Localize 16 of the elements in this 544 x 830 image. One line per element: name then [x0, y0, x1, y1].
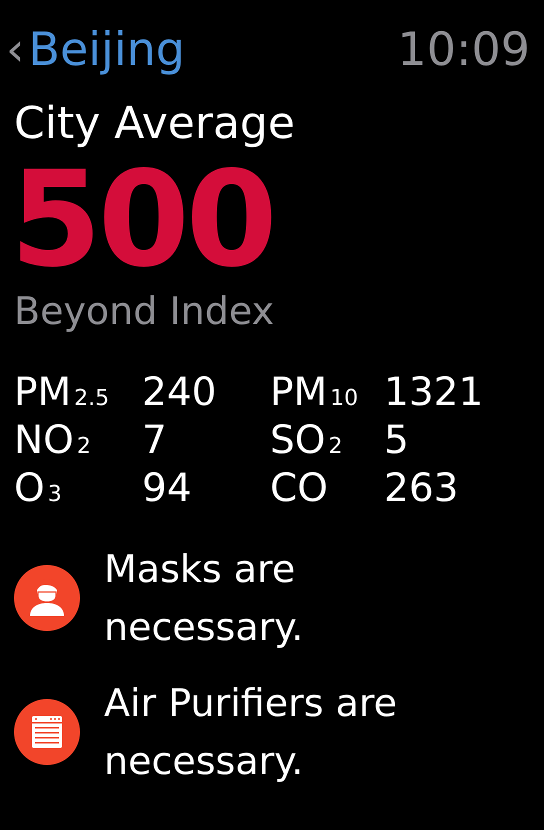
summary-label: City Average: [14, 102, 296, 146]
aqi-value: 500: [10, 154, 274, 286]
advice-text: Air Purifiers are necessary.: [104, 680, 398, 785]
pollutant-name: CO: [270, 466, 329, 512]
person-mask-icon: [14, 565, 80, 631]
pollutant-value: 1321: [384, 370, 484, 416]
pollutant-value: 263: [384, 466, 460, 512]
pollutant-value: 7: [142, 418, 168, 464]
advice-text: Masks are necessary.: [104, 546, 304, 651]
pollutant-value: 5: [384, 418, 410, 464]
appliance-icon: [14, 699, 80, 765]
pollutant-value: 240: [142, 370, 218, 416]
clock-time: 10:09: [397, 26, 530, 72]
aqi-level: Beyond Index: [14, 292, 276, 330]
pollutant-value: 94: [142, 466, 193, 512]
back-button[interactable]: ‹: [6, 26, 28, 72]
